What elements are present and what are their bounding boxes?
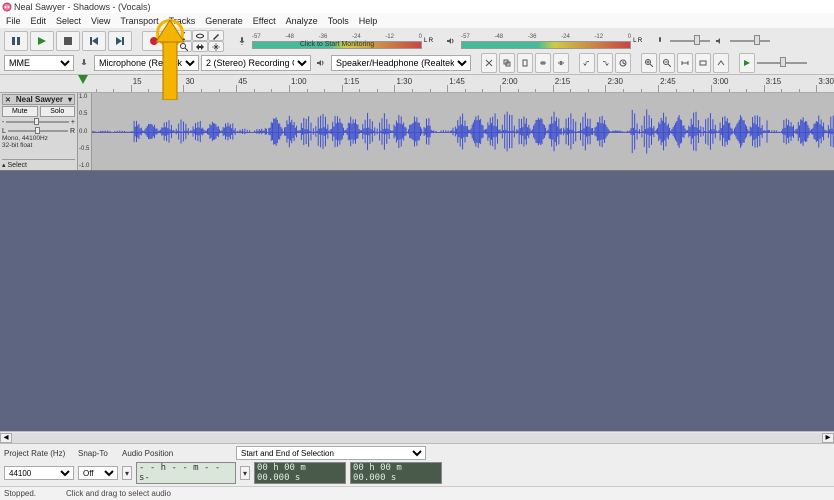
menu-edit[interactable]: Edit [31,16,47,26]
title-bar: Neal Sawyer - Shadows - (Vocals) [0,0,834,13]
audio-track: ✕ Neal Sawyer ▾ Mute Solo -+ LR Mono, 44… [0,93,834,171]
zoom-tool-button[interactable] [176,41,192,52]
undo-button[interactable] [579,53,595,73]
chevron-down-icon: ▾ [68,95,72,104]
play-button[interactable] [30,31,54,51]
waveform-area[interactable]: 1.00.50.0-0.5-1.0 [78,93,834,170]
toolbar-row-1: -57-48-36-24-120 Click to Start Monitori… [4,30,830,52]
paste-button[interactable] [517,53,533,73]
rec-meter-lr: L R [424,38,433,44]
track-select-button[interactable]: ▴Select [2,159,75,169]
toolbar-speaker-icon [313,55,329,71]
scroll-left-button[interactable]: ◂ [0,433,12,443]
status-state: Stopped. [4,489,36,498]
audio-host-select[interactable]: MME [4,55,74,71]
stop-button[interactable] [56,31,80,51]
gain-slider[interactable]: -+ [2,118,75,126]
track-format-info: Mono, 44100Hz32-bit float [2,136,75,149]
menu-generate[interactable]: Generate [205,16,243,26]
timeshift-tool-button[interactable] [192,41,208,52]
playback-device-select[interactable]: Speaker/Headphone (Realtek High [331,55,471,71]
track-control-panel: ✕ Neal Sawyer ▾ Mute Solo -+ LR Mono, 44… [0,93,78,170]
scroll-right-button[interactable]: ▸ [822,433,834,443]
menu-bar: File Edit Select View Transport Tracks G… [0,13,834,28]
status-bar: Stopped. Click and drag to select audio [0,486,834,500]
speaker-icon [443,33,459,49]
menu-help[interactable]: Help [359,16,378,26]
selection-toolbar: Project Rate (Hz) Snap-To Audio Position… [0,443,834,486]
toolbar-row-2: MME Microphone (Realtek High 2 (Stereo) … [4,54,830,74]
window-title: Neal Sawyer - Shadows - (Vocals) [14,2,151,12]
mute-button[interactable]: Mute [2,106,38,117]
sync-lock-button[interactable] [615,53,631,73]
menu-view[interactable]: View [91,16,110,26]
silence-button[interactable] [553,53,569,73]
mic-vol-icon [652,33,668,49]
selection-mode-select[interactable]: Start and End of Selection [236,446,426,460]
amplitude-scale: 1.00.50.0-0.5-1.0 [78,93,92,170]
menu-tools[interactable]: Tools [328,16,349,26]
selection-tool-button[interactable] [176,30,192,41]
app-logo-icon [2,2,12,12]
fit-selection-button[interactable] [677,53,693,73]
solo-button[interactable]: Solo [40,106,76,117]
draw-tool-button[interactable] [208,30,224,41]
selection-start-display[interactable]: 00 h 00 m 00.000 s [254,462,346,484]
recording-volume-slider[interactable] [670,40,710,42]
audio-position-menu[interactable]: ▾ [122,466,132,480]
playback-volume-slider[interactable] [730,40,770,42]
menu-file[interactable]: File [6,16,21,26]
trim-button[interactable] [535,53,551,73]
skip-end-button[interactable] [108,31,132,51]
cut-button[interactable] [481,53,497,73]
horizontal-scrollbar[interactable]: ◂ ▸ [0,431,834,443]
skip-start-button[interactable] [82,31,106,51]
selection-end-display[interactable]: 00 h 00 m 00.000 s [350,462,442,484]
playback-meter[interactable]: -57-48-36-24-120 [461,34,631,49]
play-meter-lr: L R [633,38,642,44]
recording-channels-select[interactable]: 2 (Stereo) Recording Cha [201,55,311,71]
project-rate-select[interactable]: 44100 [4,466,74,480]
playhead-pin-icon[interactable] [78,75,88,84]
recording-meter[interactable]: -57-48-36-24-120 Click to Start Monitori… [252,34,422,49]
waveform-canvas[interactable] [92,93,834,170]
multi-tool-button[interactable] [208,41,224,52]
tracks-workspace[interactable]: ✕ Neal Sawyer ▾ Mute Solo -+ LR Mono, 44… [0,93,834,431]
copy-button[interactable] [499,53,515,73]
record-button[interactable] [142,31,166,51]
track-title-dropdown[interactable]: ✕ Neal Sawyer ▾ [2,94,75,105]
menu-select[interactable]: Select [56,16,81,26]
pause-button[interactable] [4,31,28,51]
play-at-speed-button[interactable] [739,53,755,73]
snap-to-label: Snap-To [78,449,118,458]
zoom-in-button[interactable] [641,53,657,73]
speaker-vol-icon [712,33,728,49]
rec-meter-hint: Click to Start Monitoring [253,42,421,48]
menu-tracks[interactable]: Tracks [169,16,196,26]
menu-transport[interactable]: Transport [120,16,158,26]
timeline-ruler[interactable]: 1530451:001:151:301:452:002:152:302:453:… [0,75,834,93]
pan-slider[interactable]: LR [2,127,75,135]
mic-icon [234,33,250,49]
menu-analyze[interactable]: Analyze [286,16,318,26]
menu-effect[interactable]: Effect [253,16,276,26]
recording-device-select[interactable]: Microphone (Realtek High [94,55,199,71]
envelope-tool-button[interactable] [192,30,208,41]
status-hint: Click and drag to select audio [66,489,171,498]
audio-position-display[interactable]: - - h - - m - - s- [136,462,236,484]
project-rate-label: Project Rate (Hz) [4,449,74,458]
audio-position-label: Audio Position [122,449,232,458]
toolbar-area: -57-48-36-24-120 Click to Start Monitori… [0,28,834,75]
zoom-toggle-button[interactable] [713,53,729,73]
toolbar-mic-icon [76,55,92,71]
fit-project-button[interactable] [695,53,711,73]
redo-button[interactable] [597,53,613,73]
zoom-out-button[interactable] [659,53,675,73]
play-speed-slider[interactable] [757,62,807,64]
selection-start-menu[interactable]: ▾ [240,466,250,480]
snap-to-select[interactable]: Off [78,466,118,480]
